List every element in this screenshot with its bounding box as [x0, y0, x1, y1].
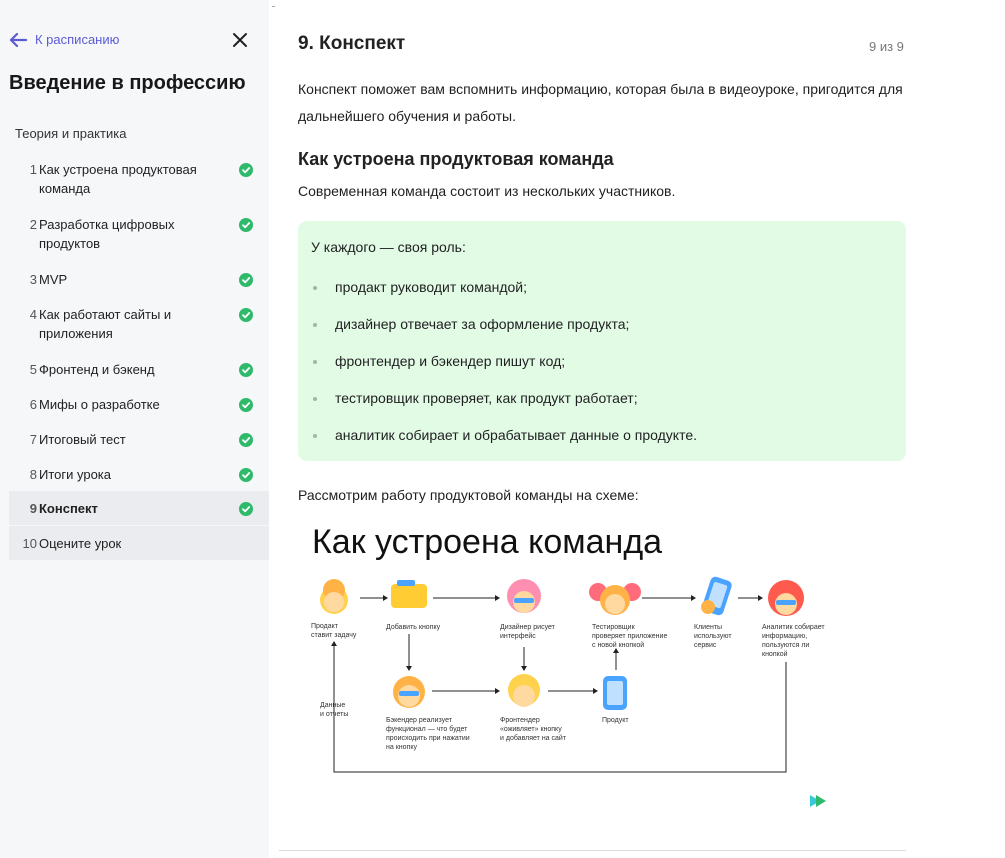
lesson-item[interactable]: 10 Оцените урок [9, 526, 269, 560]
role-item: дизайнер отвечает за оформление продукта… [311, 310, 697, 347]
role-text: аналитик собирает и обрабатывает данные … [335, 427, 698, 443]
lesson-item[interactable]: 4 Как работают сайты и приложения [9, 297, 269, 341]
lesson-title: Как работают сайты и приложения [39, 307, 172, 341]
frontend-avatar [508, 674, 540, 707]
backend-avatar [393, 676, 425, 708]
role-item: фронтендер и бэкендер пишут код; [311, 347, 697, 384]
lesson-title: Как устроена продуктовая команда [39, 162, 197, 196]
lesson-item[interactable]: 3 MVP [9, 262, 269, 290]
lesson-number: 4 [29, 307, 37, 322]
section-heading: Как устроена продуктовая команда [298, 149, 614, 169]
lesson-number: 3 [29, 272, 37, 287]
logo-icon [810, 795, 826, 807]
check-icon [239, 363, 253, 377]
lesson-number: 2 [29, 217, 37, 232]
lesson-number: 8 [29, 467, 37, 482]
page-title: 9. Конспект [298, 33, 406, 54]
label-designer: Дизайнер рисует интерфейс [500, 623, 556, 640]
label-backend: Бэкендер реализует функционал — что будет… [386, 717, 470, 751]
roles-callout: У каждого — своя роль: продакт руководит… [298, 221, 906, 461]
bullet-icon [313, 397, 317, 401]
lesson-title: Фронтенд и бэкенд [39, 362, 155, 377]
product-phone-icon [603, 676, 627, 710]
lesson-number: 5 [29, 362, 37, 377]
product-avatar [320, 579, 348, 614]
check-icon [239, 502, 253, 516]
lesson-number: 6 [29, 397, 37, 412]
role-item: аналитик собирает и обрабатывает данные … [311, 421, 697, 458]
role-text: дизайнер отвечает за оформление продукта… [335, 316, 630, 332]
lesson-number: 9 [29, 501, 37, 516]
check-icon [239, 468, 253, 482]
lesson-item[interactable]: 2 Разработка цифровых продуктов [9, 207, 269, 251]
label-tester: Тестировщик проверяет приложение с новой к… [592, 624, 667, 649]
check-icon [239, 308, 253, 322]
analyst-avatar [768, 580, 804, 616]
bullet-icon [313, 360, 317, 364]
scheme-title: Как устроена команда [312, 523, 662, 561]
lesson-item[interactable]: 6 Мифы о разработке [9, 387, 269, 415]
tester-avatar [589, 583, 641, 615]
arrow-left-icon [9, 32, 27, 47]
team-scheme-image: Как устроена команда Продакт ставит задач… [311, 523, 826, 807]
designer-avatar [507, 579, 541, 613]
bullet-icon [313, 286, 317, 290]
label-productlabel: Продукт [602, 717, 629, 724]
lesson-title: Разработка цифровых продуктов [39, 217, 175, 251]
lesson-title: MVP [39, 272, 68, 287]
check-icon [239, 273, 253, 287]
check-icon [239, 398, 253, 412]
label-analyst: Аналитик собирает информацию, пользуются л… [762, 623, 825, 658]
label-clients: Клиенты используют сервис [694, 624, 732, 649]
intro-text: Конспект поможет вам вспомнить информаци… [298, 81, 903, 124]
lesson-title: Оцените урок [39, 536, 122, 551]
label-product: Продакт ставит задачу [311, 623, 357, 639]
page-counter: 9 из 9 [869, 39, 904, 54]
lesson-title: Мифы о разработке [39, 397, 160, 412]
course-title: Введение в профессию [9, 72, 246, 94]
back-to-schedule-link[interactable]: К расписанию [9, 32, 119, 47]
role-item: тестировщик проверяет, как продукт работ… [311, 384, 697, 421]
section-text: Современная команда состоит из нескольки… [298, 183, 676, 199]
back-label: К расписанию [35, 32, 120, 47]
lesson-number: 7 [29, 432, 37, 447]
check-icon [239, 433, 253, 447]
close-icon[interactable] [230, 30, 250, 50]
check-icon [239, 163, 253, 177]
lesson-title: Итоги урока [39, 467, 112, 482]
lesson-item[interactable]: 5 Фронтенд и бэкенд [9, 352, 269, 380]
role-text: фронтендер и бэкендер пишут код; [335, 353, 566, 369]
lesson-item[interactable]: 7 Итоговый тест [9, 422, 269, 450]
lesson-title: Итоговый тест [39, 432, 126, 447]
section-label: Теория и практика [15, 126, 127, 141]
label-add-button: Добавить кнопку [386, 623, 441, 631]
clients-phone-icon [701, 576, 732, 616]
button-icon [391, 580, 427, 608]
callout-lead: У каждого — своя роль: [311, 239, 466, 255]
lesson-item[interactable]: 1 Как устроена продуктовая команда [9, 152, 269, 196]
bullet-icon [313, 323, 317, 327]
divider-bottom [279, 850, 906, 851]
roles-list: продакт руководит командой; дизайнер отве… [311, 273, 697, 458]
check-icon [239, 218, 253, 232]
bullet-icon [313, 434, 317, 438]
divider [272, 6, 275, 7]
lesson-number: 10 [22, 536, 37, 551]
lesson-item[interactable]: 8 Итоги урока [9, 457, 269, 485]
sidebar: К расписанию Введение в профессию Теория… [0, 0, 269, 858]
role-text: продакт руководит командой; [335, 279, 528, 295]
lesson-title: Конспект [39, 501, 98, 516]
lesson-number: 1 [29, 162, 37, 177]
scheme-intro: Рассмотрим работу продуктовой команды на… [298, 487, 639, 503]
label-frontend: Фронтендер «оживляет» кнопку и добавляет н… [500, 717, 567, 742]
role-text: тестировщик проверяет, как продукт работ… [335, 390, 638, 406]
lesson-item[interactable]: 9 Конспект [9, 491, 269, 525]
role-item: продакт руководит командой; [311, 273, 697, 310]
